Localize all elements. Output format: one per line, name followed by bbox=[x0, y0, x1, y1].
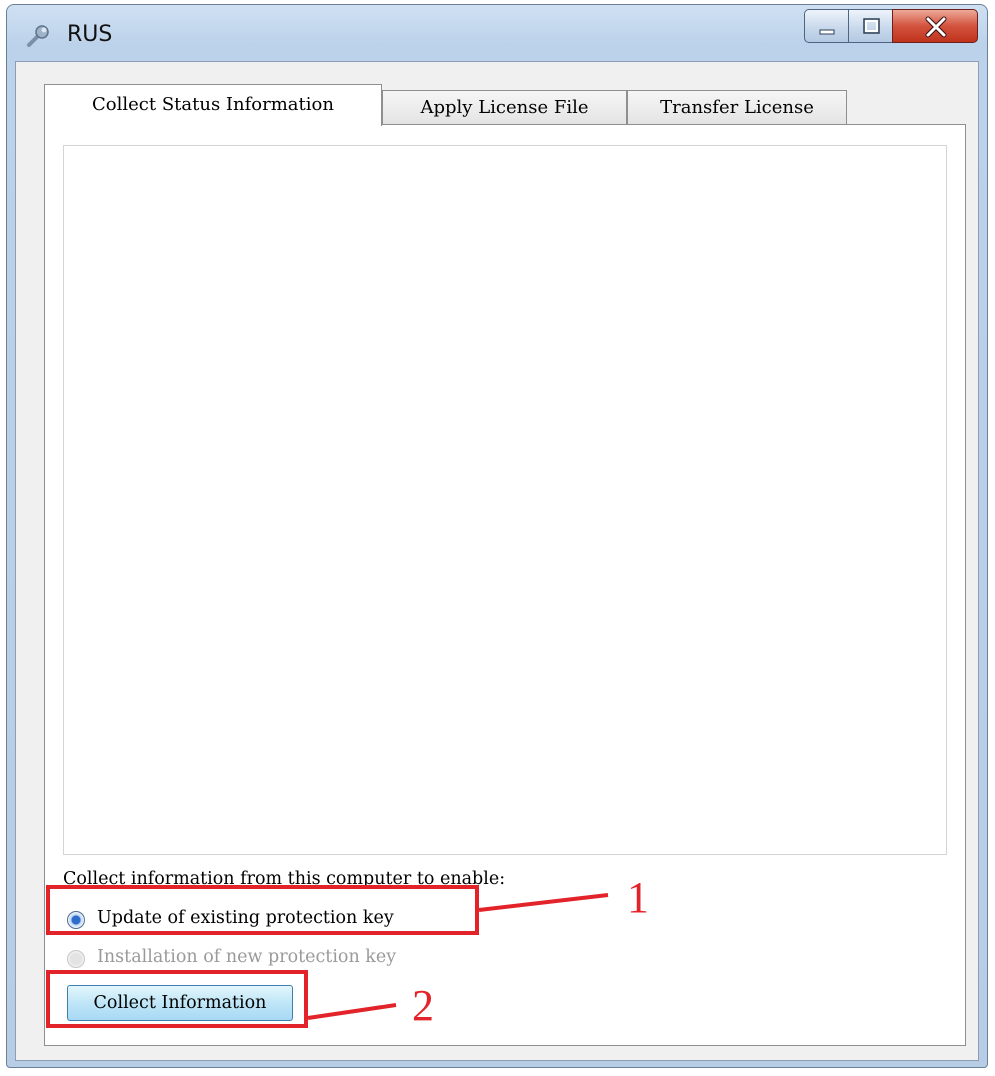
status-info-textbox[interactable] bbox=[63, 145, 947, 855]
minimize-button[interactable] bbox=[804, 9, 849, 43]
tab-transfer-license[interactable]: Transfer License bbox=[627, 90, 847, 125]
close-icon bbox=[925, 16, 947, 38]
tab-collect-status-information[interactable]: Collect Status Information bbox=[44, 84, 382, 126]
annotation-number-1: 1 bbox=[627, 873, 649, 922]
radio-install-new-key bbox=[67, 950, 85, 968]
app-wrench-icon bbox=[25, 23, 51, 49]
window-title: RUS bbox=[67, 22, 113, 47]
annotation-box-step1 bbox=[46, 885, 479, 935]
close-button[interactable] bbox=[892, 9, 978, 43]
tab-apply-license-file[interactable]: Apply License File bbox=[382, 90, 627, 125]
maximize-button[interactable] bbox=[848, 9, 893, 43]
annotation-number-2: 2 bbox=[412, 981, 434, 1030]
title-bar[interactable]: RUS bbox=[7, 5, 987, 61]
radio-install-new-key-label: Installation of new protection key bbox=[97, 947, 397, 967]
maximize-icon bbox=[863, 18, 880, 34]
annotation-box-step2 bbox=[46, 970, 308, 1028]
minimize-icon bbox=[819, 29, 835, 35]
